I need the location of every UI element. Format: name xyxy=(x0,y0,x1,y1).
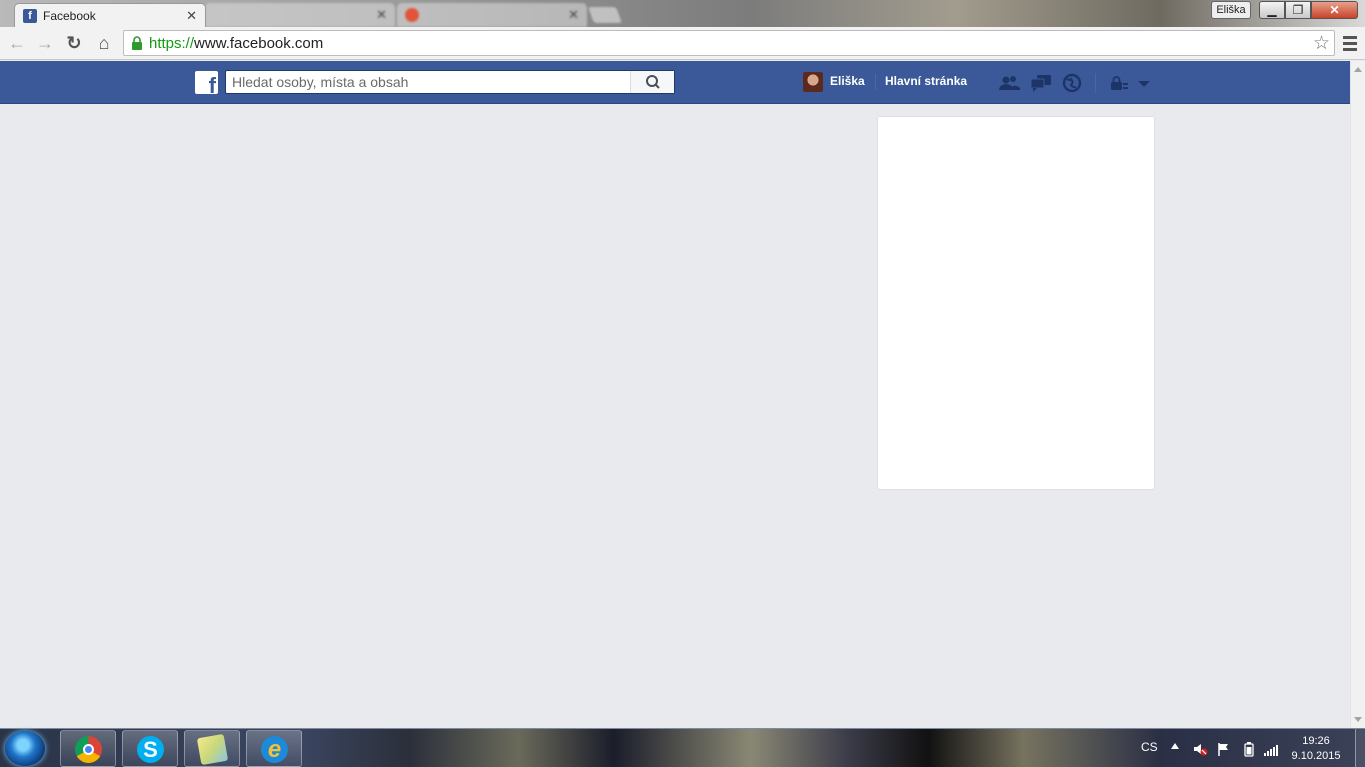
chrome-icon xyxy=(75,736,102,763)
show-desktop-button[interactable] xyxy=(1355,729,1365,767)
system-clock[interactable]: 19:26 9.10.2015 xyxy=(1288,734,1344,764)
tab-title: Facebook xyxy=(43,8,96,23)
taskbar-skype-button[interactable]: S xyxy=(122,730,178,767)
tab-close-icon[interactable]: ✕ xyxy=(568,7,579,23)
account-menu-caret-icon[interactable] xyxy=(1137,73,1151,93)
clock-date: 9.10.2015 xyxy=(1291,750,1341,762)
browser-toolbar: ← → ↻ ⌂ https://www.facebook.com ☆ xyxy=(0,27,1365,60)
scroll-up-arrow-icon[interactable] xyxy=(1354,67,1362,72)
avatar[interactable] xyxy=(803,72,823,92)
taskbar-chrome-button[interactable] xyxy=(60,730,116,767)
search-button[interactable] xyxy=(630,71,674,93)
facebook-header: f Eliška Hlavní stránka xyxy=(0,61,1350,104)
friend-requests-icon[interactable] xyxy=(998,73,1020,93)
tab-close-icon[interactable]: ✕ xyxy=(376,7,387,23)
close-window-button[interactable]: ✕ xyxy=(1311,1,1358,19)
privacy-shortcuts-icon[interactable] xyxy=(1108,73,1130,93)
page-scrollbar[interactable] xyxy=(1350,61,1365,728)
new-tab-button[interactable] xyxy=(588,7,622,23)
notifications-globe-icon[interactable] xyxy=(1061,73,1083,93)
clock-time: 19:26 xyxy=(1302,735,1330,747)
back-arrow-icon[interactable]: ← xyxy=(5,31,29,55)
sticky-notes-icon xyxy=(196,733,229,766)
skype-icon: S xyxy=(137,736,164,763)
address-bar[interactable]: https://www.facebook.com ☆ xyxy=(123,30,1335,56)
show-hidden-icons-icon[interactable] xyxy=(1171,743,1179,749)
messages-icon[interactable] xyxy=(1030,73,1052,93)
home-icon[interactable]: ⌂ xyxy=(92,31,116,55)
battery-icon[interactable] xyxy=(1241,741,1257,757)
taskbar-internet-explorer-button[interactable]: e xyxy=(246,730,302,767)
start-button[interactable] xyxy=(5,731,45,766)
tab-favicon-icon xyxy=(405,8,419,22)
tab-close-icon[interactable]: ✕ xyxy=(186,8,197,24)
search-icon xyxy=(646,75,660,89)
tab-background-2[interactable]: ✕ xyxy=(397,3,587,27)
bookmark-star-icon[interactable]: ☆ xyxy=(1313,32,1330,55)
search-box xyxy=(225,70,675,94)
right-column-card xyxy=(877,116,1155,490)
language-indicator[interactable]: CS xyxy=(1141,740,1158,754)
restore-button[interactable]: ❐ xyxy=(1285,1,1311,19)
profile-link[interactable]: Eliška xyxy=(830,74,865,88)
tab-background-1[interactable]: ✕ xyxy=(205,3,395,27)
scroll-down-arrow-icon[interactable] xyxy=(1354,717,1362,722)
tab-facebook[interactable]: f Facebook ✕ xyxy=(14,3,206,27)
reload-icon[interactable]: ↻ xyxy=(62,31,86,55)
divider xyxy=(875,74,876,90)
internet-explorer-icon: e xyxy=(261,736,288,763)
taskbar-sticky-notes-button[interactable] xyxy=(184,730,240,767)
facebook-favicon-icon: f xyxy=(23,8,37,23)
windows-taskbar: S e CS 19:26 9.10.2015 xyxy=(0,728,1365,767)
network-signal-icon[interactable] xyxy=(1263,741,1279,757)
search-input[interactable] xyxy=(226,71,631,93)
browser-menu-icon[interactable] xyxy=(1341,33,1359,53)
browser-tab-strip: f Facebook ✕ ✕ ✕ Eliška ▁ ❐ ✕ xyxy=(0,0,1365,27)
profile-button[interactable]: Eliška xyxy=(1211,1,1251,19)
home-link[interactable]: Hlavní stránka xyxy=(885,74,967,88)
forward-arrow-icon[interactable]: → xyxy=(33,31,57,55)
divider xyxy=(1095,73,1096,93)
url-text: https://www.facebook.com xyxy=(149,35,323,52)
facebook-logo-icon[interactable]: f xyxy=(195,71,218,97)
action-center-flag-icon[interactable] xyxy=(1216,741,1232,757)
url-protocol: https:// xyxy=(149,35,195,52)
volume-muted-icon[interactable] xyxy=(1192,741,1208,757)
lock-icon xyxy=(132,36,142,50)
url-host: www.facebook.com xyxy=(194,35,324,52)
minimize-button[interactable]: ▁ xyxy=(1259,1,1285,19)
